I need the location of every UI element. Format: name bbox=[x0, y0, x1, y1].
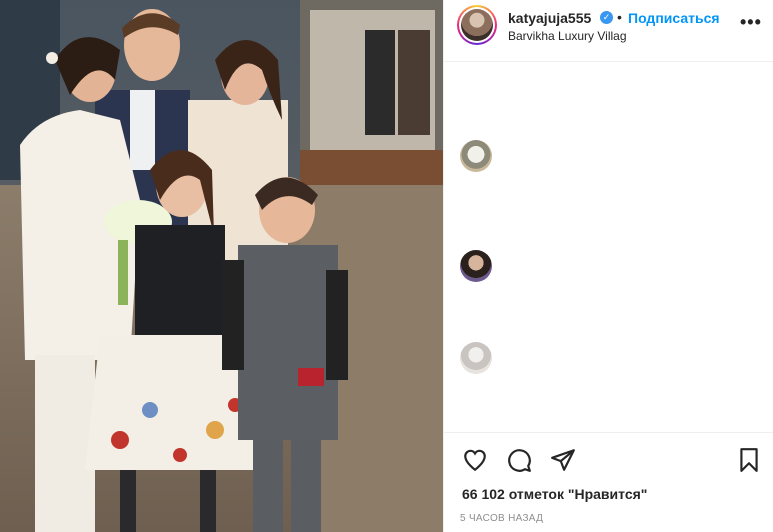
post-timestamp[interactable]: 5 ЧАСОВ НАЗАД bbox=[460, 513, 543, 524]
post-photo[interactable] bbox=[0, 0, 443, 532]
author-avatar[interactable] bbox=[457, 5, 497, 45]
separator-dot: • bbox=[617, 9, 622, 25]
comment-icon[interactable] bbox=[506, 447, 532, 473]
avatar-image bbox=[461, 9, 493, 41]
follow-button[interactable]: Подписаться bbox=[628, 10, 720, 26]
avatar-ring-inner bbox=[459, 7, 495, 43]
likes-count[interactable]: 66 102 отметок "Нравится" bbox=[462, 486, 647, 502]
photo-illustration bbox=[0, 0, 443, 532]
comment-avatar[interactable] bbox=[460, 250, 492, 282]
post-location[interactable]: Barvikha Luxury Villag bbox=[508, 29, 627, 43]
comment-avatar[interactable] bbox=[460, 342, 492, 374]
comment-avatar[interactable] bbox=[460, 140, 492, 172]
heart-icon[interactable] bbox=[462, 447, 488, 473]
post-header: katyajuja555 ✓ • Подписаться Barvikha Lu… bbox=[444, 0, 773, 62]
author-username[interactable]: katyajuja555 bbox=[508, 10, 591, 26]
post-side-panel: katyajuja555 ✓ • Подписаться Barvikha Lu… bbox=[443, 0, 773, 532]
post-footer: 66 102 отметок "Нравится" 5 ЧАСОВ НАЗАД bbox=[444, 432, 773, 532]
bookmark-icon[interactable] bbox=[736, 447, 762, 473]
verified-badge-icon: ✓ bbox=[600, 11, 613, 24]
more-options-icon[interactable]: ••• bbox=[740, 12, 762, 33]
share-icon[interactable] bbox=[550, 447, 576, 473]
